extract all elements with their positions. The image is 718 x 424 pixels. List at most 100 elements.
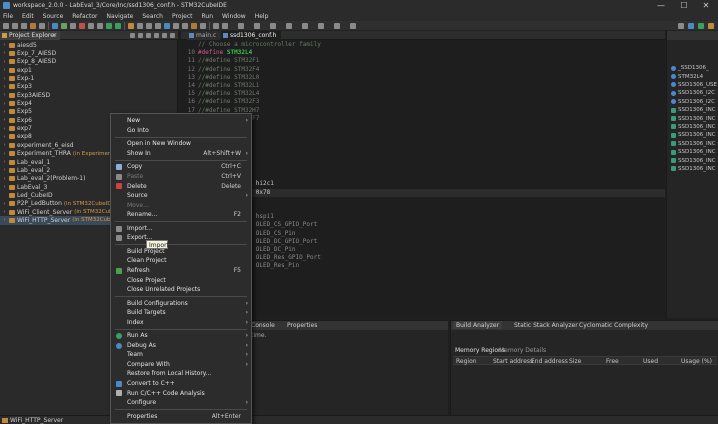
debug-perspective-icon[interactable] (698, 23, 704, 29)
chevron-right-icon[interactable]: › (2, 42, 7, 48)
menu-item-rename[interactable]: Rename... F2 (111, 210, 251, 220)
edit-icon[interactable] (254, 23, 260, 29)
column-header[interactable]: Region (456, 358, 477, 365)
outline-item[interactable]: SSD1306_I2C (667, 89, 718, 97)
external-tool-icon[interactable] (97, 23, 103, 29)
menu-item-compare-with[interactable]: Compare With › (111, 360, 251, 370)
tab-cyclomatic-complexity[interactable]: Cyclomatic Complexity (579, 322, 648, 329)
column-header[interactable]: End address (531, 358, 568, 365)
menu-item-build-configurations[interactable]: Build Configurations › (111, 298, 251, 308)
outline-item[interactable]: SSD1306_USE (667, 81, 718, 89)
tree-item[interactable]: › Exp4 (0, 99, 178, 107)
task-icon[interactable] (173, 23, 179, 29)
outline-item[interactable]: SSD1306_I2C (667, 98, 718, 106)
chevron-right-icon[interactable]: › (2, 151, 7, 157)
prev-icon[interactable] (270, 23, 276, 29)
menu-item-restore-from-local-history[interactable]: Restore from Local History... (111, 369, 251, 379)
pen-icon[interactable] (238, 23, 244, 29)
menu-refactor[interactable]: Refactor (72, 13, 97, 20)
menu-item-run-as[interactable]: Run As › (111, 331, 251, 341)
run-icon[interactable] (61, 23, 67, 29)
minimize-view-icon[interactable] (162, 33, 167, 38)
next-icon[interactable] (286, 23, 292, 29)
menu-help[interactable]: Help (255, 13, 269, 20)
menu-item-convert-to-c[interactable]: Convert to C++ (111, 379, 251, 389)
outline-item[interactable]: SSD1306_INC (667, 165, 718, 173)
search-icon[interactable] (137, 23, 143, 29)
search-icon[interactable] (318, 23, 324, 29)
chevron-right-icon[interactable]: › (2, 134, 7, 140)
chevron-right-icon[interactable]: › (2, 67, 7, 73)
minimize-button[interactable]: — (652, 1, 670, 10)
save-all-icon[interactable] (21, 23, 27, 29)
forward-icon[interactable] (213, 23, 219, 29)
tree-item[interactable]: › Exp_7_AIESD (0, 49, 178, 57)
menu-item-close-project[interactable]: Close Project (111, 275, 251, 285)
menu-item-index[interactable]: Index › (111, 317, 251, 327)
menu-item-configure[interactable]: Configure › (111, 398, 251, 408)
chevron-right-icon[interactable]: › (2, 109, 7, 115)
debug-icon[interactable] (52, 23, 58, 29)
menu-item-properties[interactable]: Properties Alt+Enter (111, 411, 251, 421)
chevron-right-icon[interactable]: › (2, 126, 7, 132)
menu-item-source[interactable]: Source › (111, 191, 251, 201)
menu-item-go-into[interactable]: Go Into (111, 126, 251, 136)
tab-main-c[interactable]: main.c (187, 31, 221, 40)
chevron-right-icon[interactable]: › (2, 92, 7, 98)
close-window-button[interactable]: ✕ (697, 1, 715, 10)
terminal-icon[interactable] (164, 23, 170, 29)
menu-item-build-targets[interactable]: Build Targets › (111, 308, 251, 318)
chevron-right-icon[interactable]: › (2, 209, 7, 215)
tree-item[interactable]: › Exp-1 (0, 74, 178, 82)
outline-item[interactable]: SSD1306_INC (667, 123, 718, 131)
layout-icon[interactable] (350, 23, 356, 29)
menu-item-debug-as[interactable]: Debug As › (111, 341, 251, 351)
chevron-right-icon[interactable]: › (2, 76, 7, 82)
menu-item-import[interactable]: Import... (111, 224, 251, 234)
chevron-right-icon[interactable]: › (2, 217, 7, 223)
maximize-button[interactable]: ☐ (675, 1, 693, 10)
menu-window[interactable]: Window (222, 13, 246, 20)
menu-source[interactable]: Source (43, 13, 64, 20)
code-editor[interactable]: // Choose a microcontroller family 10 #def… (181, 40, 665, 318)
chevron-right-icon[interactable]: › (2, 159, 7, 165)
home-icon[interactable] (302, 23, 308, 29)
maximize-view-icon[interactable] (170, 33, 175, 38)
debug-last-icon[interactable] (115, 23, 121, 29)
tree-item[interactable]: › exp1 (0, 66, 178, 74)
menu-item-open-in-new-window[interactable]: Open in New Window (111, 139, 251, 149)
outline-item[interactable]: SSD1306_INC (667, 140, 718, 148)
menu-edit[interactable]: Edit (22, 13, 34, 20)
tab-console[interactable]: Console (251, 322, 275, 329)
close-icon[interactable]: ✕ (52, 32, 57, 39)
cube-icon[interactable] (688, 23, 694, 29)
c-perspective-icon[interactable] (708, 23, 714, 29)
chevron-right-icon[interactable]: › (2, 59, 7, 65)
column-header[interactable]: Usage (%) (681, 358, 712, 365)
column-header[interactable]: Start address (493, 358, 533, 365)
column-header[interactable]: Used (643, 358, 658, 365)
save-icon[interactable] (12, 23, 18, 29)
outline-item[interactable]: STM32L4 (667, 72, 718, 80)
run-last-icon[interactable] (106, 23, 112, 29)
filter-icon[interactable] (146, 33, 151, 38)
open-type-icon[interactable] (146, 23, 152, 29)
link-editor-icon[interactable] (138, 33, 143, 38)
tree-item[interactable]: › Exp_8_AIESD (0, 58, 178, 66)
chevron-right-icon[interactable]: › (2, 176, 7, 182)
tab-ssd1306-conf-h[interactable]: ssd1306_conf.h (221, 31, 281, 40)
open-element-icon[interactable] (155, 23, 161, 29)
tab-static-stack-analyzer[interactable]: Static Stack Analyzer (514, 322, 578, 329)
pin-icon[interactable] (200, 23, 206, 29)
menu-item-copy[interactable]: Copy Ctrl+C (111, 162, 251, 172)
chevron-right-icon[interactable]: › (2, 142, 7, 148)
tab-properties[interactable]: Properties (287, 322, 317, 329)
menu-item-refresh[interactable]: Refresh F5 (111, 266, 251, 276)
menu-item-delete[interactable]: Delete Delete (111, 181, 251, 191)
chevron-right-icon[interactable]: › (2, 84, 7, 90)
menu-item-build-project[interactable]: Build Project (111, 247, 251, 257)
tab-build-analyzer[interactable]: Build Analyzer (453, 321, 503, 329)
tree-item[interactable]: › Exp3AIESD (0, 91, 178, 99)
tree-item[interactable]: › aiesd5 (0, 41, 178, 49)
stop-icon[interactable] (70, 23, 76, 29)
